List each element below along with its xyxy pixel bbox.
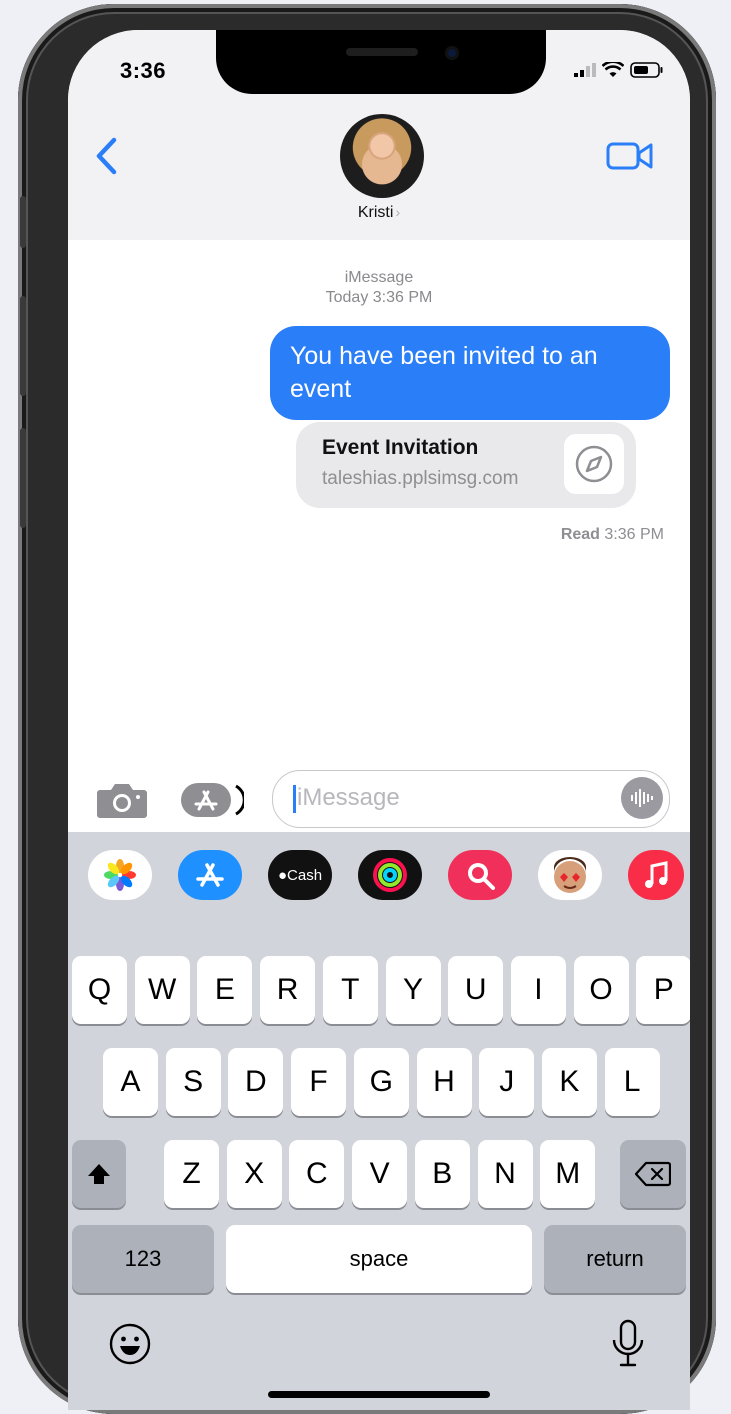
key-g[interactable]: G <box>353 1048 409 1116</box>
key-h[interactable]: H <box>416 1048 472 1116</box>
compass-icon <box>575 445 613 483</box>
key-f[interactable]: F <box>291 1048 347 1116</box>
contact-name-button[interactable]: Kristi › <box>68 204 690 222</box>
apps-button[interactable] <box>180 782 246 823</box>
apple-cash-label: Cash <box>287 866 323 884</box>
key-z[interactable]: Z <box>164 1140 219 1208</box>
key-e[interactable]: E <box>197 956 253 1024</box>
read-label: Read <box>560 526 600 543</box>
app-store-icon <box>196 863 224 887</box>
key-b[interactable]: B <box>414 1140 470 1208</box>
key-t[interactable]: T <box>322 956 378 1024</box>
contact-avatar[interactable] <box>340 114 424 198</box>
memoji-icon <box>554 857 586 893</box>
waveform-icon <box>631 789 653 807</box>
key-q[interactable]: Q <box>72 956 127 1024</box>
key-s[interactable]: S <box>165 1048 221 1116</box>
return-key[interactable]: return <box>544 1225 686 1293</box>
key-o[interactable]: O <box>573 956 629 1024</box>
emoji-icon <box>109 1323 151 1365</box>
memoji-button[interactable] <box>538 850 602 900</box>
dictation-button[interactable] <box>608 1318 648 1375</box>
key-w[interactable]: W <box>134 956 190 1024</box>
shift-arrow-icon <box>88 1164 110 1184</box>
keyboard: QWERTYUIOP ASDFGHJKL ZXCVBNM 123 space r… <box>68 920 690 1410</box>
key-i[interactable]: I <box>510 956 566 1024</box>
date-label: Today 3:36 PM <box>325 289 433 306</box>
back-button[interactable] <box>94 136 118 181</box>
message-thread: iMessage Today 3:36 PM You have been inv… <box>68 240 690 770</box>
app-store-app-button[interactable] <box>178 850 242 900</box>
music-app-button[interactable] <box>628 850 684 900</box>
key-j[interactable]: J <box>479 1048 535 1116</box>
conversation-header: Kristi › <box>68 100 690 241</box>
space-key[interactable]: space <box>226 1225 532 1293</box>
audio-message-button[interactable] <box>621 777 663 819</box>
key-r[interactable]: R <box>260 956 316 1024</box>
app-store-icon <box>181 783 246 817</box>
activity-app-button[interactable] <box>358 850 422 900</box>
facetime-video-button[interactable] <box>606 140 654 177</box>
video-camera-icon <box>606 142 653 170</box>
volume-up-button <box>20 296 26 396</box>
key-v[interactable]: V <box>352 1140 408 1208</box>
apple-cash-icon: ● <box>277 866 288 884</box>
images-search-button[interactable] <box>448 850 512 900</box>
home-indicator <box>268 1391 490 1398</box>
key-n[interactable]: N <box>477 1140 533 1208</box>
phone-screen: 3:36 Kristi › iMessage Today 3:36 PM You… <box>68 30 690 1410</box>
link-preview-url: taleshias.pplsimsg.com <box>322 468 519 489</box>
link-preview-title: Event Invitation <box>322 436 479 459</box>
link-preview-thumbnail <box>564 434 624 494</box>
shift-key[interactable] <box>72 1140 126 1208</box>
volume-down-button <box>20 428 26 528</box>
key-k[interactable]: K <box>541 1048 597 1116</box>
text-cursor <box>293 785 296 813</box>
key-m[interactable]: M <box>540 1140 596 1208</box>
front-camera <box>445 46 459 60</box>
notch <box>216 30 546 94</box>
speaker-grille <box>346 48 418 56</box>
read-time: 3:36 PM <box>604 526 664 543</box>
music-icon <box>645 861 668 888</box>
chevron-left-icon <box>96 137 117 175</box>
key-a[interactable]: A <box>103 1048 158 1116</box>
thread-timestamp: iMessage Today 3:36 PM <box>68 268 690 308</box>
emoji-button[interactable] <box>108 1322 152 1371</box>
camera-icon <box>97 784 147 818</box>
key-y[interactable]: Y <box>385 956 441 1024</box>
chevron-right-icon: › <box>395 204 401 220</box>
key-p[interactable]: P <box>636 956 690 1024</box>
apple-cash-button[interactable]: ● Cash <box>268 850 332 900</box>
silent-switch <box>20 196 26 248</box>
photos-app-icon <box>104 859 136 891</box>
status-icons <box>574 62 664 78</box>
key-d[interactable]: D <box>228 1048 284 1116</box>
sent-message-bubble[interactable]: You have been invited to an event <box>270 326 670 420</box>
search-images-icon <box>468 863 495 890</box>
photos-app-button[interactable] <box>88 850 152 900</box>
activity-icon <box>373 858 407 892</box>
read-receipt: Read 3:36 PM <box>561 526 664 544</box>
microphone-icon <box>612 1319 644 1367</box>
status-time: 3:36 <box>120 58 167 83</box>
message-input[interactable]: iMessage <box>272 770 670 828</box>
imessage-app-drawer: ● Cash <box>68 832 690 920</box>
wifi-icon <box>602 62 624 77</box>
key-u[interactable]: U <box>448 956 504 1024</box>
backspace-icon <box>635 1161 671 1187</box>
contact-name: Kristi <box>357 204 394 221</box>
service-label: iMessage <box>344 269 414 286</box>
delete-key[interactable] <box>620 1140 686 1208</box>
numbers-key[interactable]: 123 <box>72 1225 214 1293</box>
link-preview-card[interactable]: Event Invitation taleshias.pplsimsg.com <box>296 422 636 508</box>
message-input-placeholder: iMessage <box>297 784 400 811</box>
key-l[interactable]: L <box>604 1048 660 1116</box>
camera-button[interactable] <box>96 782 148 823</box>
key-x[interactable]: X <box>226 1140 282 1208</box>
battery-icon <box>630 62 663 78</box>
compose-bar: iMessage <box>68 770 690 830</box>
key-c[interactable]: C <box>289 1140 345 1208</box>
cellular-signal-icon <box>574 63 596 77</box>
